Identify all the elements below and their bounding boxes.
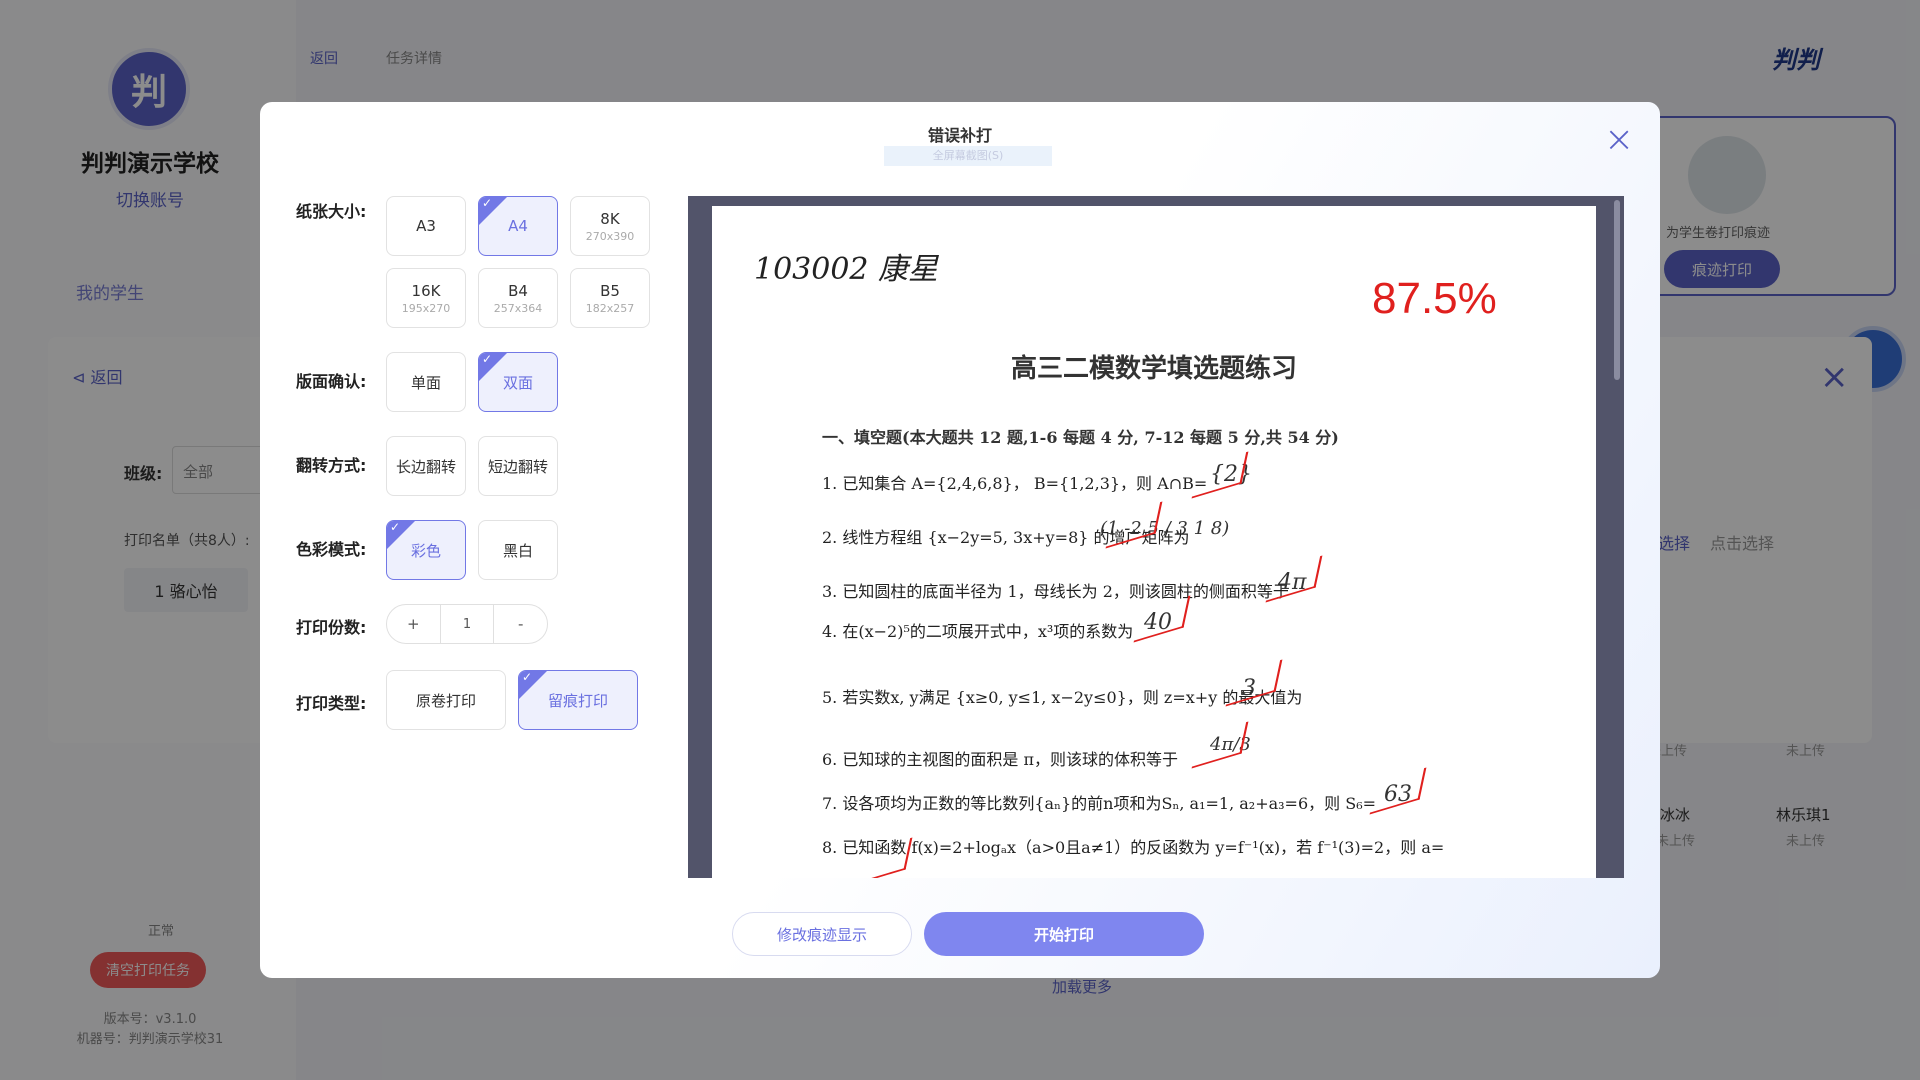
option-size: 270x390: [585, 229, 635, 243]
option-label: 原卷打印: [415, 691, 476, 710]
short-edge-flip-option[interactable]: 短边翻转: [478, 436, 558, 496]
option-label: 单面: [410, 373, 441, 392]
option-size: 182x257: [585, 301, 635, 315]
paper-b5-option[interactable]: B5 182x257: [570, 268, 650, 328]
flip-label: 翻转方式:: [296, 456, 367, 475]
paper-16k-option[interactable]: 16K 195x270: [386, 268, 466, 328]
modify-trace-display-button[interactable]: 修改痕迹显示: [732, 912, 912, 956]
option-label: 16K: [411, 281, 441, 300]
increment-button[interactable]: +: [387, 605, 440, 643]
double-side-option[interactable]: 双面: [478, 352, 558, 412]
preview-scrollbar[interactable]: [1614, 200, 1620, 380]
question-3: 3. 已知圆柱的底面半径为 1，母线长为 2，则该圆柱的侧面积等于: [822, 582, 1289, 601]
option-size: 195x270: [401, 301, 451, 315]
decrement-button[interactable]: -: [494, 605, 547, 643]
reprint-modal: 错误补打 全屏幕截图(S) × 纸张大小: A3 A4 8K270x390 16…: [260, 102, 1660, 978]
question-6: 6. 已知球的主视图的面积是 π，则该球的体积等于: [822, 750, 1178, 769]
question-7: 7. 设各项均为正数的等比数列{aₙ}的前n项和为Sₙ, a₁=1, a₂+a₃…: [822, 794, 1377, 813]
option-label: B4: [508, 281, 528, 300]
handwritten-name: 103002 康星: [754, 252, 939, 287]
option-label: 彩色: [410, 541, 441, 560]
close-icon[interactable]: ×: [1604, 122, 1634, 158]
option-label: 短边翻转: [487, 457, 548, 476]
option-label: A3: [416, 217, 436, 235]
paper-title: 高三二模数学填选题练习: [1010, 354, 1297, 384]
question-1: 1. 已知集合 A={2,4,6,8}， B={1,2,3}，则 A∩B=: [822, 474, 1208, 493]
start-print-button[interactable]: 开始打印: [924, 912, 1204, 956]
paper-size-label: 纸张大小:: [296, 202, 367, 221]
exam-paper: 103002 康星 87.5% 高三二模数学填选题练习 一、填空题(本大题共 1…: [712, 206, 1596, 878]
option-label: A4: [508, 217, 528, 235]
check-mark: [1191, 451, 1249, 499]
option-label: 黑白: [502, 541, 533, 560]
check-mark: [1369, 767, 1427, 815]
paper-a4-option[interactable]: A4: [478, 196, 558, 256]
option-label: 留痕打印: [547, 691, 608, 710]
paper-b4-option[interactable]: B4 257x364: [478, 268, 558, 328]
check-mark: [1133, 595, 1191, 643]
question-8: 8. 已知函数 f(x)=2+logₐx（a>0且a≠1）的反函数为 y=f⁻¹…: [822, 838, 1445, 857]
option-label: 长边翻转: [395, 457, 456, 476]
black-white-option[interactable]: 黑白: [478, 520, 558, 580]
color-option[interactable]: 彩色: [386, 520, 466, 580]
check-mark: [1191, 721, 1249, 769]
option-label: 双面: [502, 373, 533, 392]
document-preview[interactable]: 103002 康星 87.5% 高三二模数学填选题练习 一、填空题(本大题共 1…: [688, 196, 1624, 878]
copies-label: 打印份数:: [296, 618, 367, 637]
modal-subtitle: 全屏幕截图(S): [884, 146, 1052, 166]
copies-input[interactable]: 1: [439, 605, 495, 643]
question-4: 4. 在(x−2)⁵的二项展开式中，x³项的系数为: [822, 622, 1134, 641]
print-type-label: 打印类型:: [296, 694, 367, 713]
copies-stepper: + 1 -: [386, 604, 548, 644]
check-mark: [1265, 555, 1323, 603]
paper-8k-option[interactable]: 8K 270x390: [570, 196, 650, 256]
modal-title: 错误补打: [927, 126, 992, 145]
section-heading: 一、填空题(本大题共 12 题,1-6 每题 4 分, 7-12 每题 5 分,…: [822, 428, 1339, 447]
paper-a3-option[interactable]: A3: [386, 196, 466, 256]
score-text: 87.5%: [1372, 274, 1497, 323]
layout-label: 版面确认:: [296, 372, 367, 391]
option-size: 257x364: [493, 301, 543, 315]
color-mode-label: 色彩模式:: [296, 540, 367, 559]
option-label: B5: [600, 281, 620, 300]
trace-print-option[interactable]: 留痕打印: [518, 670, 638, 730]
original-print-option[interactable]: 原卷打印: [386, 670, 506, 730]
single-side-option[interactable]: 单面: [386, 352, 466, 412]
option-label: 8K: [600, 209, 620, 228]
long-edge-flip-option[interactable]: 长边翻转: [386, 436, 466, 496]
